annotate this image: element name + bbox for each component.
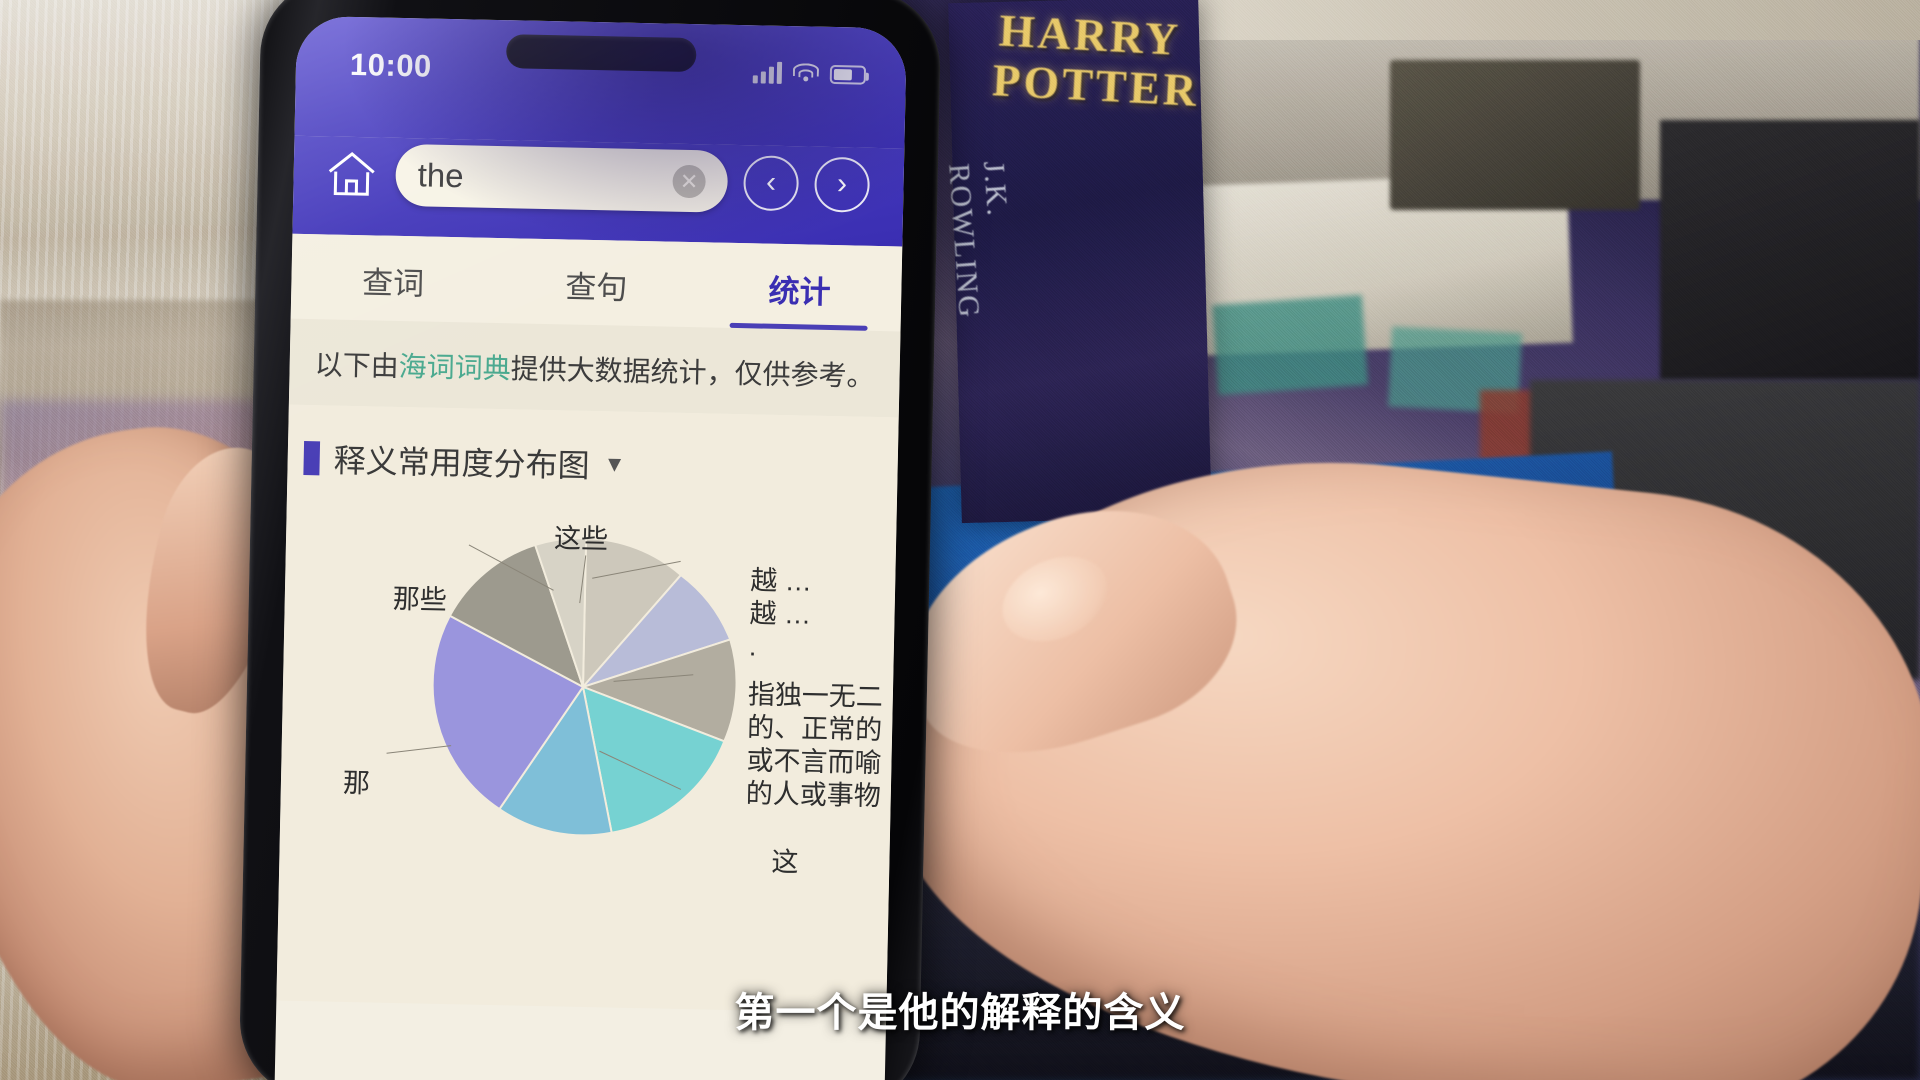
status-icons xyxy=(752,61,867,85)
search-input[interactable]: the ✕ xyxy=(395,143,729,213)
chart-section: 释义常用度分布图 ▼ 这些 那些 越 … 越 … . 指独一无二 的、正常的 或… xyxy=(276,404,899,1014)
pie-chart: 这些 那些 越 … 越 … . 指独一无二 的、正常的 或不言而喻 的人或事物 … xyxy=(276,481,897,1014)
pie-label-naxie: 那些 xyxy=(392,583,448,616)
notch xyxy=(505,34,697,73)
tab-sentence-lookup[interactable]: 查句 xyxy=(494,238,699,327)
pie-label-na: 那 xyxy=(342,767,371,799)
wifi-icon xyxy=(792,63,820,84)
phone-screen: 10:00 the ✕ ‹ › 查词 查句 统计 以下由海词词典提供大数据统计，… xyxy=(274,15,907,1080)
home-icon[interactable] xyxy=(323,147,380,200)
notice-suffix: 提供大数据统计，仅供参考。 xyxy=(510,353,875,392)
toolbar: the ✕ ‹ › xyxy=(292,135,905,247)
search-input-value: the xyxy=(417,156,464,195)
status-clock: 10:00 xyxy=(349,46,433,84)
pie-slices xyxy=(431,537,738,837)
dictionary-link[interactable]: 海词词典 xyxy=(398,351,511,384)
data-source-notice: 以下由海词词典提供大数据统计，仅供参考。 xyxy=(288,318,901,418)
pie-label-unique: 指独一无二 的、正常的 或不言而喻 的人或事物 xyxy=(745,679,884,811)
notice-prefix: 以下由 xyxy=(314,349,399,382)
chevron-down-icon[interactable]: ▼ xyxy=(603,451,625,477)
tab-bar: 查词 查句 统计 xyxy=(290,233,903,332)
accent-bar xyxy=(303,440,321,476)
back-button[interactable]: ‹ xyxy=(743,154,800,211)
status-bar: 10:00 xyxy=(294,15,907,149)
pie-label-zhe: 这 xyxy=(771,846,799,878)
chart-title: 释义常用度分布图 xyxy=(333,442,591,484)
forward-button[interactable]: › xyxy=(814,156,871,213)
signal-bars-icon xyxy=(752,61,783,84)
battery-icon xyxy=(829,64,867,85)
video-subtitle: 第一个是他的解释的含义 xyxy=(734,991,1186,1035)
tab-word-lookup[interactable]: 查词 xyxy=(291,234,496,323)
pie-label-zhexie: 这些 xyxy=(553,523,609,555)
clear-circle-icon[interactable]: ✕ xyxy=(672,164,706,198)
pie-label-yueyue: 越 … 越 … . xyxy=(748,565,813,662)
smartphone: 10:00 the ✕ ‹ › 查词 查句 统计 以下由海词词典提供大数据统计，… xyxy=(238,0,942,1080)
tab-statistics[interactable]: 统计 xyxy=(697,242,902,331)
